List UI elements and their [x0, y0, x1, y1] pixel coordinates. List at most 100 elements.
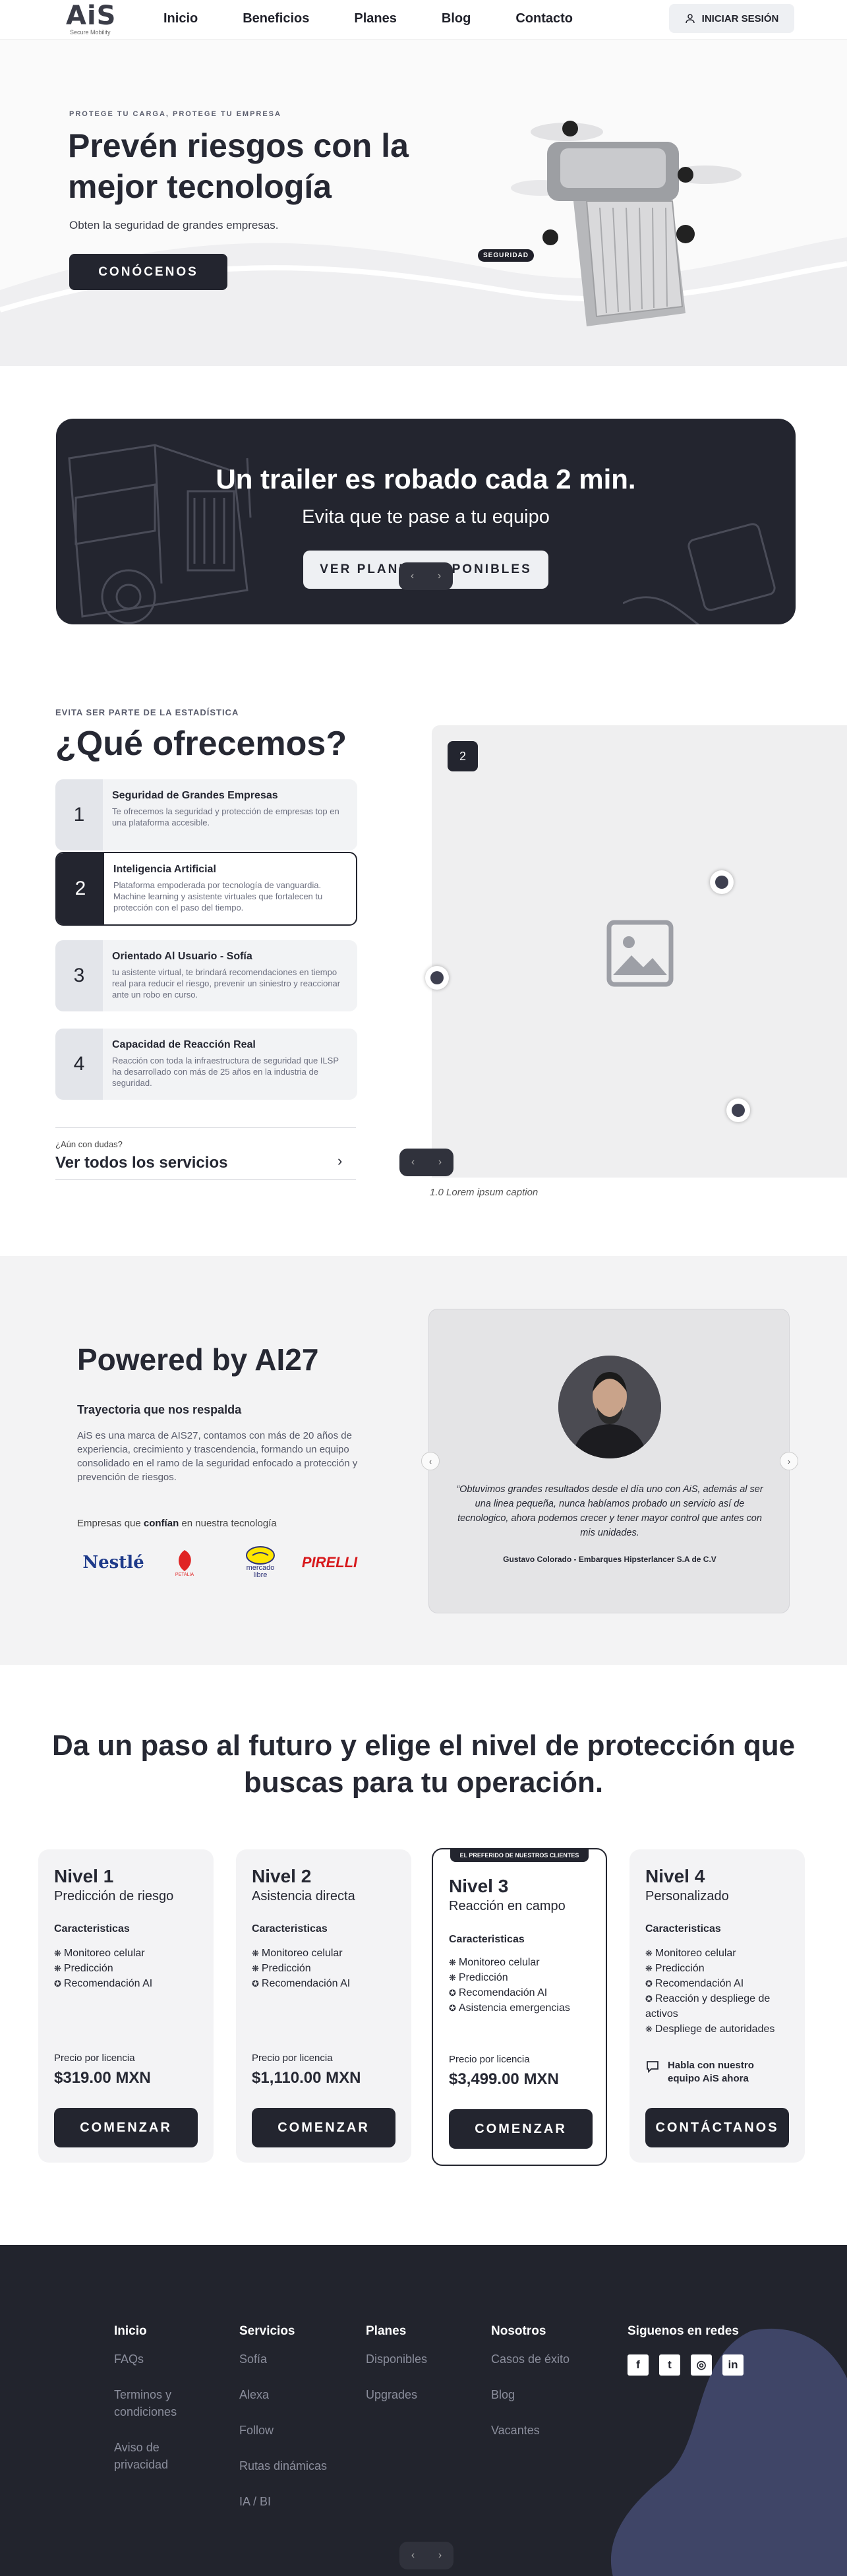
clients-pre: Empresas que	[77, 1518, 141, 1529]
comenzar-button[interactable]: COMENZAR	[54, 2108, 198, 2147]
footer-heading[interactable]: Servicios	[239, 2324, 332, 2339]
nav-link-contacto[interactable]: Contacto	[515, 11, 573, 26]
powered-subtitle: Trayectoria que nos respalda	[77, 1403, 242, 1416]
offer-card-title: Orientado Al Usuario - Sofía	[112, 951, 252, 962]
footer-link[interactable]: Upgrades	[366, 2386, 458, 2403]
logo[interactable]: AiS Secure Mobility	[66, 3, 138, 38]
chevron-right-icon[interactable]: ›	[780, 1452, 798, 1470]
plan-price-label: Precio por licencia	[449, 2054, 530, 2065]
offer-title: ¿Qué ofrecemos?	[55, 725, 347, 763]
footer-link[interactable]: FAQs	[114, 2351, 206, 2368]
plan-feature: Monitoreo celular	[54, 1946, 206, 1961]
brand-mercadolibre-logo: mercado libre	[237, 1543, 283, 1582]
testimonial-author: Gustavo Colorado - Embarques Hipsterlanc…	[503, 1555, 716, 1564]
twitter-icon[interactable]: t	[659, 2354, 680, 2376]
plan-feature: Asistencia emergencias	[449, 2000, 600, 2016]
plan-feature: Monitoreo celular	[645, 1946, 797, 1961]
offer-card-title: Capacidad de Reacción Real	[112, 1039, 256, 1050]
brand-nestle-logo: Nestlé	[82, 1553, 144, 1573]
footer-heading[interactable]: Nosotros	[491, 2324, 583, 2339]
conocenos-button[interactable]: CONÓCENOS	[69, 254, 227, 290]
comenzar-button[interactable]: COMENZAR	[449, 2109, 593, 2149]
offer-card-4[interactable]: 4 Capacidad de Reacción Real Reacción con…	[55, 1029, 357, 1100]
next-icon[interactable]: ›	[438, 570, 441, 582]
plan-card-nivel-2: Nivel 2 Asistencia directa Caracteristic…	[236, 1849, 411, 2163]
nav-link-planes[interactable]: Planes	[354, 11, 396, 26]
page: AiS Secure Mobility Inicio Beneficios Pl…	[0, 0, 847, 2576]
plan-features: Monitoreo celular Predicción Recomendaci…	[645, 1946, 797, 2037]
logo-tagline: Secure Mobility	[70, 29, 111, 36]
footer-link[interactable]: Terminos y condiciones	[114, 2386, 206, 2420]
footer-heading[interactable]: Planes	[366, 2324, 458, 2339]
chevron-right-icon[interactable]: ›	[337, 1153, 342, 1170]
hotspot-dot[interactable]	[425, 966, 449, 990]
footer-link[interactable]: Sofía	[239, 2351, 332, 2368]
plan-tagline: Reacción en campo	[449, 1899, 566, 1913]
drone-illustration	[511, 121, 742, 326]
login-label: INICIAR SESIÓN	[701, 13, 779, 24]
login-button[interactable]: INICIAR SESIÓN	[669, 4, 794, 33]
media-caption: 1.0 Lorem ipsum caption	[430, 1187, 539, 1198]
testimonial-card: “Obtuvimos grandes resultados desde el d…	[421, 1309, 798, 1613]
nav-link-inicio[interactable]: Inicio	[163, 11, 198, 26]
offer-number: 3	[55, 940, 103, 1011]
prev-icon[interactable]: ‹	[411, 1156, 415, 1168]
nav-link-beneficios[interactable]: Beneficios	[243, 11, 309, 26]
contactanos-button[interactable]: CONTÁCTANOS	[645, 2108, 789, 2147]
footer-link[interactable]: Aviso de privacidad	[114, 2439, 206, 2473]
prev-icon[interactable]: ‹	[411, 2550, 415, 2561]
footer-link[interactable]: Casos de éxito	[491, 2351, 583, 2368]
comenzar-button[interactable]: COMENZAR	[252, 2108, 395, 2147]
hero-subtitle: Obten la seguridad de grandes empresas.	[69, 219, 279, 231]
chat-with-team-link[interactable]: Habla con nuestro equipo AiS ahora	[645, 2059, 773, 2085]
doubts-label: ¿Aún con dudas?	[55, 1139, 123, 1149]
facebook-icon[interactable]: f	[628, 2354, 649, 2376]
footer-link[interactable]: Blog	[491, 2386, 583, 2403]
offer-slider-control[interactable]: ‹ ›	[399, 1149, 453, 1176]
hero-kicker: PROTEGE TU CARGA, PROTEGE TU EMPRESA	[69, 110, 281, 118]
brand-petalia-logo: PETALIA	[165, 1543, 204, 1582]
footer-link[interactable]: Alexa	[239, 2386, 332, 2403]
footer-col-social: Siguenos en redes	[628, 2324, 739, 2351]
footer-link[interactable]: Rutas dinámicas	[239, 2457, 332, 2474]
footer-link[interactable]: Vacantes	[491, 2422, 583, 2439]
mercadolibre-mark-icon	[246, 1546, 275, 1565]
top-navbar: AiS Secure Mobility Inicio Beneficios Pl…	[0, 0, 847, 40]
hotspot-dot[interactable]	[710, 870, 734, 894]
image-placeholder-icon	[606, 920, 674, 987]
hotspot-dot[interactable]	[726, 1098, 750, 1122]
footer-link[interactable]: Follow	[239, 2422, 332, 2439]
chat-bubble-icon	[647, 2061, 658, 2074]
all-services-link[interactable]: Ver todos los servicios	[55, 1154, 227, 1172]
offer-card-desc: Reacción con toda la infraestructura de …	[112, 1056, 339, 1088]
person-photo	[558, 1356, 661, 1458]
footer-slider-control[interactable]: ‹ ›	[399, 2542, 453, 2569]
linkedin-icon[interactable]: in	[722, 2354, 744, 2376]
chevron-left-icon[interactable]: ‹	[421, 1452, 440, 1470]
next-icon[interactable]: ›	[438, 2550, 442, 2561]
plan-feature: Recomendación AI	[252, 1976, 403, 1991]
plan-feature: Reacción y despliege de activos	[645, 1991, 797, 2022]
footer-link[interactable]: IA / BI	[239, 2493, 332, 2510]
plan-feature: Recomendación AI	[449, 1985, 600, 2000]
plans-title: Da un paso al futuro y elige el nivel de…	[51, 1729, 796, 1799]
instagram-icon[interactable]: ◎	[691, 2354, 712, 2376]
banner-title: Un trailer es robado cada 2 min.	[216, 464, 636, 494]
footer-link[interactable]: Disponibles	[366, 2351, 458, 2368]
offer-card-2[interactable]: 2 Inteligencia Artificial Plataforma empo…	[55, 852, 357, 926]
offer-card-3[interactable]: 3 Orientado Al Usuario - Sofía tu asisten…	[55, 940, 357, 1011]
plan-feature: Predicción	[54, 1961, 206, 1976]
offer-card-desc: Te ofrecemos la seguridad y protección d…	[112, 806, 339, 827]
nav-link-blog[interactable]: Blog	[442, 11, 471, 26]
divider	[55, 1127, 356, 1128]
offer-card-1[interactable]: 1 Seguridad de Grandes Empresas Te ofrece…	[55, 779, 357, 851]
plan-card-nivel-4: Nivel 4 Personalizado Caracteristicas Mo…	[629, 1849, 805, 2163]
next-icon[interactable]: ›	[438, 1156, 442, 1168]
offer-media-panel: 2	[425, 725, 847, 1178]
logo-text: AiS	[66, 1, 117, 31]
footer-heading[interactable]: Inicio	[114, 2324, 206, 2339]
plan-features: Monitoreo celular Predicción Recomendaci…	[449, 1955, 600, 2016]
banner-slider-control[interactable]: ‹ ›	[399, 562, 453, 590]
offer-number: 1	[55, 779, 103, 851]
prev-icon[interactable]: ‹	[411, 570, 414, 582]
